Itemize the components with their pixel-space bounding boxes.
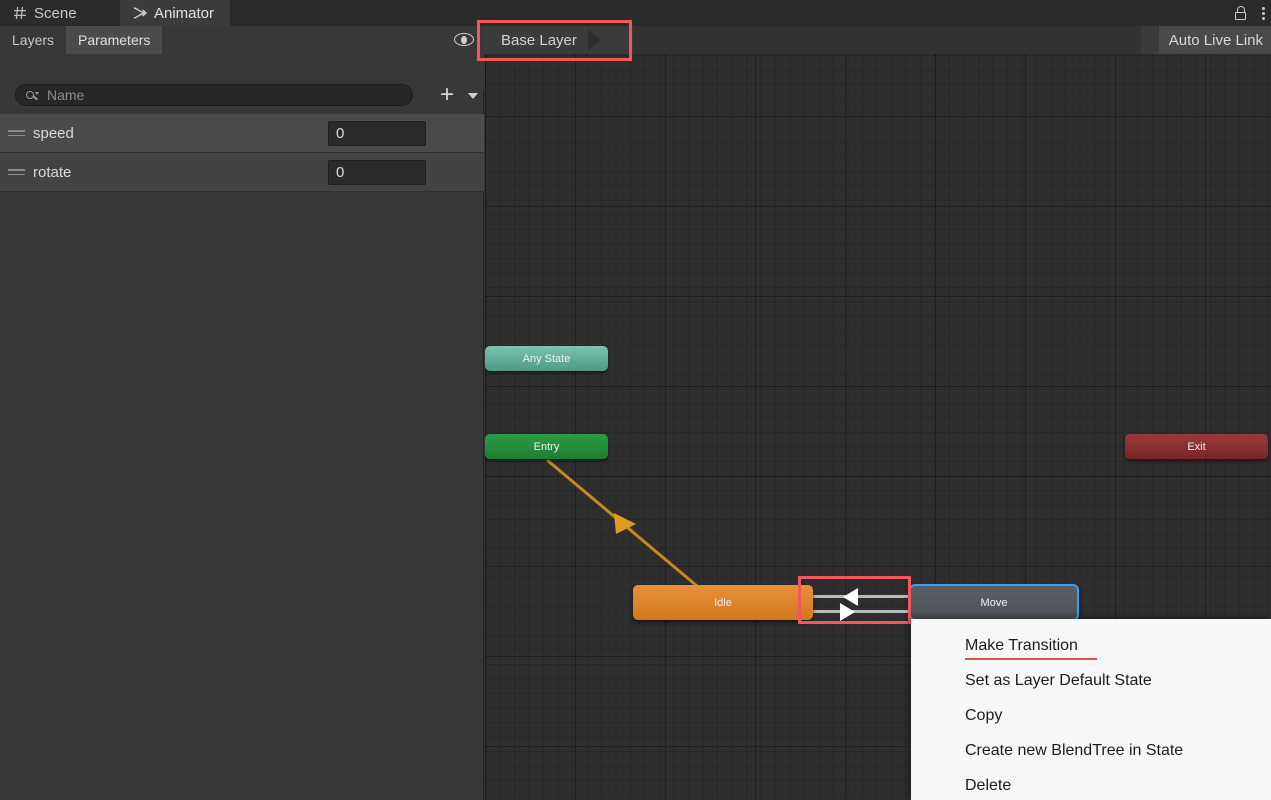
chevron-down-icon[interactable] <box>468 93 478 99</box>
search-icon <box>26 90 39 101</box>
highlight-transitions <box>798 576 911 624</box>
state-node-move[interactable]: Move <box>909 584 1079 621</box>
menu-item-label: Delete <box>965 777 1011 795</box>
auto-live-link-label: Auto Live Link <box>1169 32 1263 49</box>
state-node-any-state[interactable]: Any State <box>485 346 608 371</box>
search-placeholder: Name <box>47 87 84 103</box>
menu-item-label: Set as Layer Default State <box>965 672 1152 690</box>
state-node-exit[interactable]: Exit <box>1125 434 1268 459</box>
menu-item-label: Create new BlendTree in State <box>965 742 1183 760</box>
lock-icon[interactable] <box>1234 6 1248 21</box>
parameter-row-rotate[interactable]: rotate 0 <box>0 153 484 192</box>
menu-item-create-new-blendtree-in-state[interactable]: Create new BlendTree in State <box>911 733 1271 768</box>
state-node-entry[interactable]: Entry <box>485 434 608 459</box>
panel-subtabs: Layers Parameters <box>0 26 484 54</box>
parameter-value-field[interactable]: 0 <box>328 121 426 146</box>
subtab-layers[interactable]: Layers <box>0 26 66 54</box>
window-controls <box>1234 0 1265 26</box>
subtab-layers-label: Layers <box>12 32 54 48</box>
tab-animator[interactable]: Animator <box>120 0 230 26</box>
state-node-label: Exit <box>1187 441 1205 453</box>
menu-item-set-as-layer-default-state[interactable]: Set as Layer Default State <box>911 663 1271 698</box>
menu-item-label: Copy <box>965 707 1002 725</box>
menu-item-underline <box>965 658 1097 660</box>
menu-item-copy[interactable]: Copy <box>911 698 1271 733</box>
parameter-row-speed[interactable]: speed 0 <box>0 114 484 153</box>
state-node-label: Move <box>981 597 1008 609</box>
menu-item-label: Make Transition <box>965 637 1078 655</box>
menu-item-make-transition[interactable]: Make Transition <box>911 628 1271 663</box>
state-node-label: Entry <box>534 441 560 453</box>
tab-animator-label: Animator <box>154 5 214 22</box>
drag-handle-icon[interactable] <box>8 169 28 175</box>
tab-scene-label: Scene <box>34 5 77 22</box>
kebab-menu-icon[interactable] <box>1261 7 1265 20</box>
eye-icon[interactable] <box>454 32 474 47</box>
parameter-value-field[interactable]: 0 <box>328 160 426 185</box>
highlight-base-layer <box>477 20 632 61</box>
parameter-name: speed <box>33 125 74 142</box>
state-node-label: Idle <box>714 597 732 609</box>
search-input[interactable]: Name <box>15 84 413 106</box>
menu-item-delete[interactable]: Delete <box>911 768 1271 800</box>
grid-icon <box>13 6 27 20</box>
subtab-parameters-label: Parameters <box>78 32 150 48</box>
add-parameter-button[interactable]: + <box>440 86 454 104</box>
animator-window: Scene Animator Layers <box>0 0 1271 800</box>
breadcrumb-empty-area <box>633 26 1141 54</box>
tab-scene[interactable]: Scene <box>0 0 93 26</box>
drag-handle-icon[interactable] <box>8 130 28 136</box>
auto-live-link-button[interactable]: Auto Live Link <box>1159 26 1271 54</box>
state-node-idle[interactable]: Idle <box>633 585 813 620</box>
subtab-parameters[interactable]: Parameters <box>66 26 162 54</box>
window-tab-bar: Scene Animator <box>0 0 1271 26</box>
state-node-label: Any State <box>523 353 571 365</box>
animator-icon <box>133 6 147 20</box>
parameter-name: rotate <box>33 164 71 181</box>
context-menu[interactable]: Make Transition Set as Layer Default Sta… <box>911 619 1271 800</box>
parameters-panel: Layers Parameters Name + speed 0 rotate … <box>0 26 484 800</box>
